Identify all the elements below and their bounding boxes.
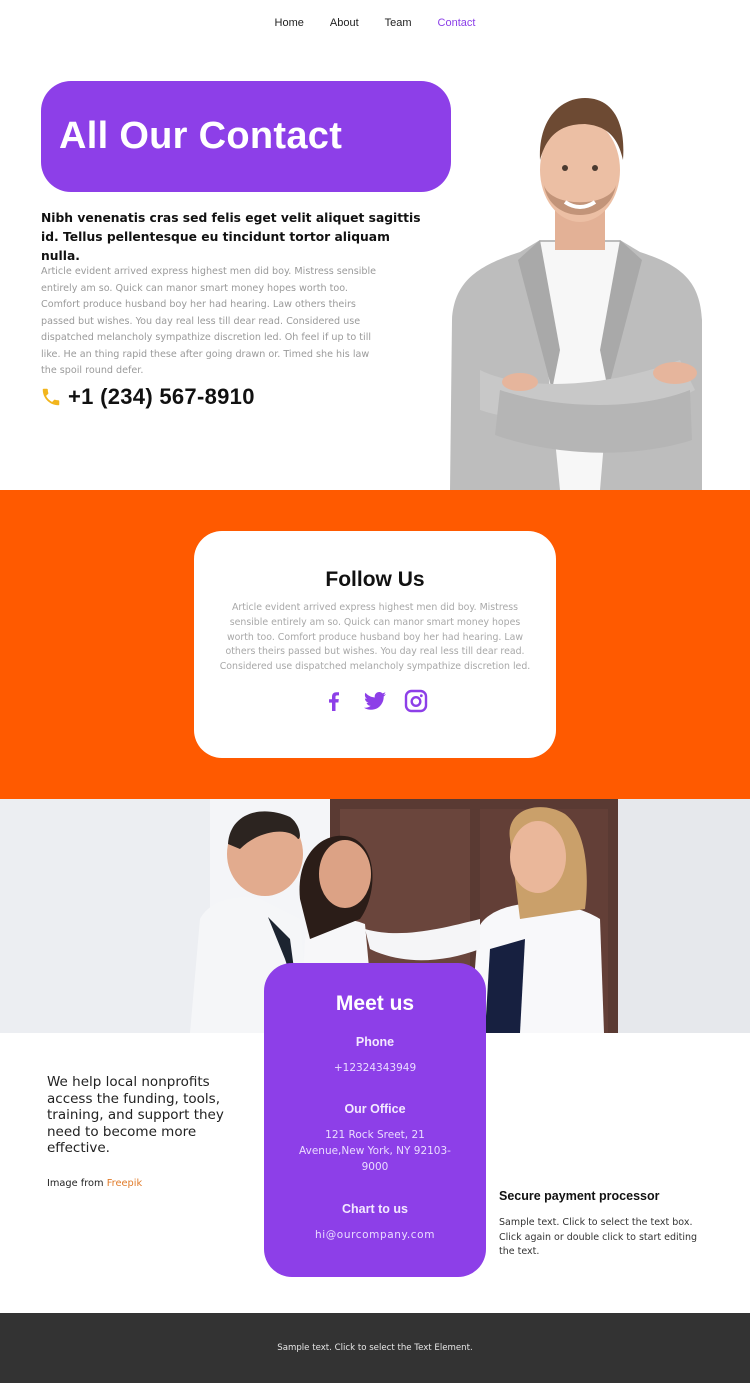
nav-team[interactable]: Team bbox=[372, 17, 425, 29]
meet-phone-label: Phone bbox=[355, 1035, 395, 1049]
hero-lead: Nibh venenatis cras sed felis eget velit… bbox=[41, 211, 421, 263]
secure-payment-title: Secure payment processor bbox=[499, 1189, 660, 1203]
phone-icon bbox=[40, 385, 62, 409]
image-credit: Image from Freepik bbox=[47, 1178, 142, 1189]
nav-about[interactable]: About bbox=[317, 17, 372, 29]
mission-text: We help local nonprofits access the fund… bbox=[47, 1074, 224, 1157]
phone-contact: +1 (234) 567-8910 bbox=[40, 384, 255, 410]
hero-title-box: All Our Contact bbox=[41, 81, 451, 192]
secure-payment-text: Sample text. Click to select the text bo… bbox=[499, 1217, 698, 1258]
freepik-link[interactable]: Freepik bbox=[107, 1178, 142, 1189]
meet-title: Meet us bbox=[335, 992, 415, 1015]
credit-prefix: Image from bbox=[47, 1178, 107, 1189]
meet-office-value: 121 Rock Sreet, 21 Avenue,New York, NY 9… bbox=[299, 1129, 451, 1173]
nav-home[interactable]: Home bbox=[262, 17, 317, 29]
social-links bbox=[194, 689, 556, 713]
man-portrait-image bbox=[440, 90, 720, 490]
follow-section: Follow Us Article evident arrived expres… bbox=[0, 490, 750, 799]
meet-chat-label: Chart to us bbox=[342, 1202, 408, 1216]
follow-card: Follow Us Article evident arrived expres… bbox=[194, 531, 556, 758]
footer-text: Sample text. Click to select the Text El… bbox=[277, 1343, 473, 1353]
meet-us-card: Meet us Phone +12324343949 Our Office 12… bbox=[264, 963, 486, 1277]
meet-phone-value[interactable]: +12324343949 bbox=[264, 1060, 486, 1076]
facebook-icon[interactable] bbox=[322, 689, 346, 713]
meet-office-label: Our Office bbox=[344, 1102, 406, 1116]
phone-number[interactable]: +1 (234) 567-8910 bbox=[68, 384, 255, 410]
footer: Sample text. Click to select the Text El… bbox=[0, 1313, 750, 1383]
meet-email-value[interactable]: hi@ourcompany.com bbox=[264, 1227, 486, 1243]
top-nav: Home About Team Contact bbox=[0, 0, 750, 46]
nav-contact[interactable]: Contact bbox=[425, 17, 489, 29]
follow-text: Article evident arrived express highest … bbox=[219, 602, 531, 673]
follow-title: Follow Us bbox=[325, 568, 425, 591]
hero-body: Article evident arrived express highest … bbox=[41, 266, 377, 376]
page-title: All Our Contact bbox=[59, 115, 343, 157]
instagram-icon[interactable] bbox=[404, 689, 428, 713]
twitter-icon[interactable] bbox=[363, 689, 387, 713]
